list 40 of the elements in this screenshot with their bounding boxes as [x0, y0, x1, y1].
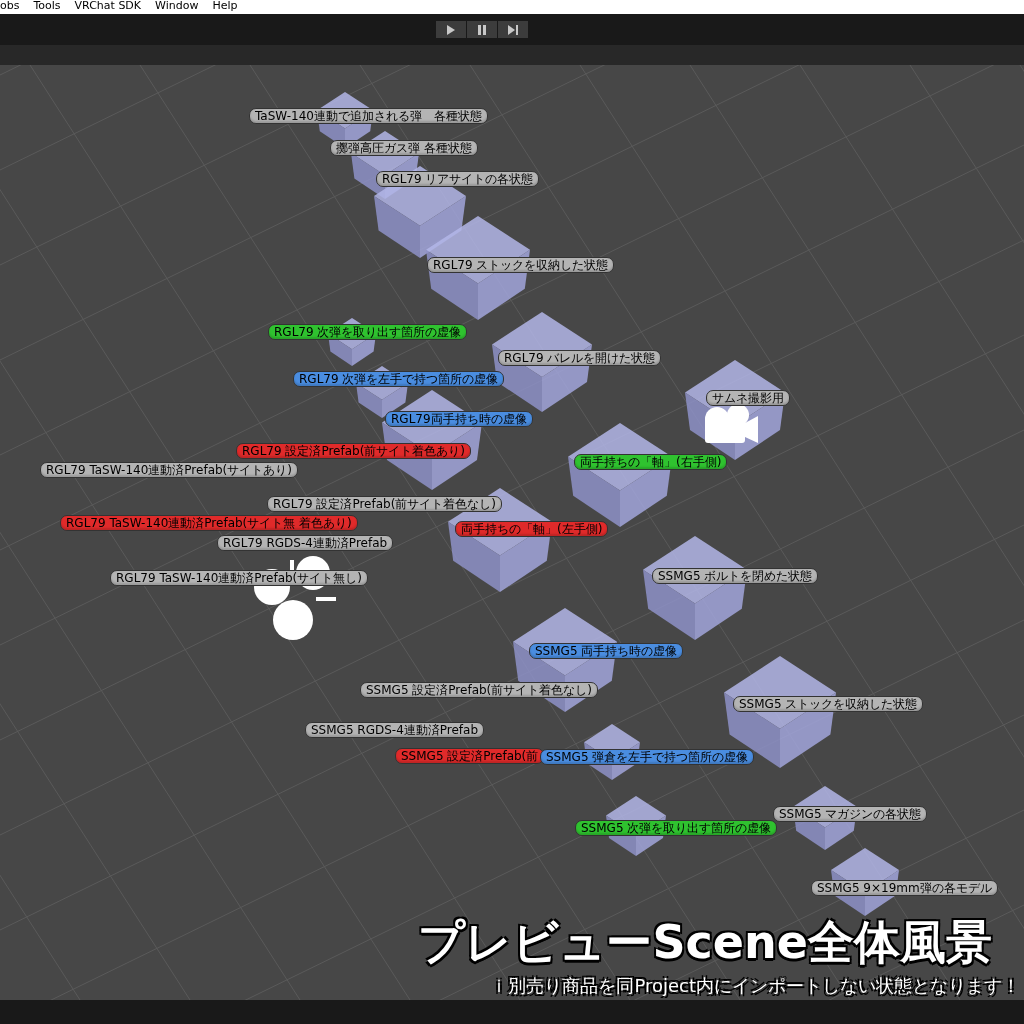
- object-label: SSMG5 ストックを収納した状態: [733, 696, 924, 712]
- object-label: RGL79 TaSW-140連動済Prefab(サイトあり): [40, 462, 298, 478]
- object-label: RGL79両手持ち時の虚像: [385, 411, 533, 427]
- camera-icon: [705, 404, 758, 443]
- menu-item[interactable]: VRChat SDK: [74, 0, 142, 14]
- object-label: RGL79 TaSW-140連動済Prefab(サイト無し): [110, 570, 368, 586]
- object-label: SSMG5 RGDS-4連動済Prefab: [305, 722, 485, 738]
- step-icon: [508, 24, 518, 35]
- object-label: RGL79 バレルを開けた状態: [498, 350, 662, 366]
- object-label: RGL79 リアサイトの各状態: [376, 171, 540, 187]
- object-label: RGL79 次弾を左手で持つ箇所の虚像: [293, 371, 505, 387]
- object-label: RGL79 ストックを収納した状態: [427, 257, 615, 273]
- object-label: SSMG5 設定済Prefab(前サイト着色なし): [360, 682, 598, 698]
- object-label: SSMG5 次弾を取り出す箇所の虚像: [575, 820, 778, 836]
- object-label: 両手持ちの「軸」(左手側): [455, 521, 609, 537]
- pause-button[interactable]: [467, 21, 497, 38]
- play-icon: [446, 24, 456, 35]
- object-label: RGL79 次弾を取り出す箇所の虚像: [268, 324, 468, 340]
- object-label: SSMG5 ボルトを閉めた状態: [652, 568, 819, 584]
- object-label: SSMG5 9×19mm弾の各モデル: [811, 880, 998, 896]
- menu-item[interactable]: obs: [0, 0, 20, 14]
- object-label: 両手持ちの「軸」(右手側): [574, 454, 728, 470]
- object-label: SSMG5 弾倉を左手で持つ箇所の虚像: [540, 749, 755, 765]
- object-label: RGL79 TaSW-140連動済Prefab(サイト無 着色あり): [60, 515, 358, 531]
- step-button[interactable]: [498, 21, 528, 38]
- object-label: RGL79 RGDS-4連動済Prefab: [217, 535, 394, 551]
- caption-subtitle: ｉ別売り商品を同Project内にインポートしない状態となります！: [490, 974, 1020, 998]
- object-label: RGL79 設定済Prefab(前サイト着色あり): [236, 443, 472, 459]
- object-label: SSMG5 マガジンの各状態: [773, 806, 928, 822]
- object-label: RGL79 設定済Prefab(前サイト着色なし): [267, 496, 503, 512]
- object-label: 擲弾高圧ガス弾 各種状態: [330, 140, 478, 156]
- menu-item[interactable]: Tools: [33, 0, 61, 14]
- caption-title: プレビューScene全体風景: [418, 914, 992, 971]
- menu-item[interactable]: Help: [212, 0, 238, 14]
- menu-item[interactable]: Window: [155, 0, 199, 14]
- object-label: SSMG5 両手持ち時の虚像: [529, 643, 684, 659]
- pause-icon: [477, 24, 487, 35]
- object-label: TaSW-140連動で追加される弾 各種状態: [249, 108, 488, 124]
- play-button[interactable]: [436, 21, 466, 38]
- object-label: サムネ撮影用: [706, 390, 790, 406]
